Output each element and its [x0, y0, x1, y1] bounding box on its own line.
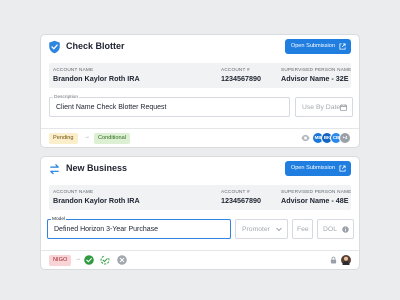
- reject-icon[interactable]: [117, 255, 127, 265]
- promoter-select[interactable]: Promoter: [235, 219, 288, 239]
- account-number-label: ACCOUNT #: [221, 67, 250, 72]
- status-pending-badge: Pending: [49, 133, 78, 144]
- arrow-right-icon: →: [84, 134, 90, 140]
- account-name-label: ACCOUNT NAME: [53, 189, 94, 194]
- card-title: Check Blotter: [66, 41, 125, 51]
- account-name-value: Brandon Kaylor Roth IRA: [53, 74, 140, 83]
- status-bar: Pending → Conditional MB BK CB +4: [41, 128, 359, 147]
- supervised-person-value: Advisor Name - 48E: [281, 196, 349, 205]
- eye-icon[interactable]: [301, 134, 310, 142]
- user-avatar[interactable]: [340, 254, 352, 266]
- avatar-more[interactable]: +4: [339, 132, 351, 144]
- conditional-approve-icon[interactable]: [100, 255, 110, 265]
- open-submission-button[interactable]: Open Submission: [284, 39, 351, 54]
- card-title: New Business: [66, 163, 128, 173]
- open-submission-label: Open Submission: [290, 165, 335, 171]
- account-name-label: ACCOUNT NAME: [53, 67, 94, 72]
- supervised-person-value: Advisor Name - 32E: [281, 74, 349, 83]
- model-label: Model: [51, 217, 67, 222]
- swap-arrows-icon: [50, 164, 59, 175]
- use-by-date-field[interactable]: Use By Date: [295, 97, 353, 117]
- account-name-value: Brandon Kaylor Roth IRA: [53, 196, 140, 205]
- status-bar: NIGO →: [41, 250, 359, 269]
- account-number-value: 1234567890: [221, 196, 261, 205]
- shield-check-icon: [49, 40, 60, 54]
- account-number-value: 1234567890: [221, 74, 261, 83]
- fee-field[interactable]: Fee: [292, 219, 313, 239]
- open-submission-label: Open Submission: [290, 43, 335, 49]
- account-number-label: ACCOUNT #: [221, 189, 250, 194]
- account-info-panel: ACCOUNT NAME Brandon Kaylor Roth IRA ACC…: [49, 185, 351, 210]
- arrow-right-icon: →: [75, 256, 81, 262]
- info-icon[interactable]: [342, 226, 349, 233]
- account-info-panel: ACCOUNT NAME Brandon Kaylor Roth IRA ACC…: [49, 63, 351, 88]
- avatar-photo-icon: [342, 256, 350, 265]
- dol-placeholder: DOL: [323, 226, 337, 233]
- card-header: Check Blotter Open Submission: [41, 35, 359, 59]
- lock-icon: [330, 256, 337, 264]
- external-link-icon: [339, 43, 346, 50]
- status-nigo-badge: NIGO: [49, 255, 72, 266]
- external-link-icon: [339, 165, 346, 172]
- promoter-placeholder: Promoter: [242, 226, 270, 233]
- new-business-card: New Business Open Submission ACCOUNT NAM…: [40, 156, 360, 270]
- chevron-down-icon: [276, 227, 282, 232]
- model-field[interactable]: Model Defined Horizon 3-Year Purchase: [47, 217, 231, 239]
- model-value: Defined Horizon 3-Year Purchase: [54, 226, 159, 233]
- open-submission-button[interactable]: Open Submission: [284, 161, 351, 176]
- supervised-person-label: SUPERVISED PERSON NAME: [281, 67, 352, 72]
- check-blotter-card: Check Blotter Open Submission ACCOUNT NA…: [40, 34, 360, 148]
- description-value: Client Name Check Blotter Request: [56, 104, 167, 111]
- description-field[interactable]: Description Client Name Check Blotter Re…: [49, 95, 290, 117]
- fee-placeholder: Fee: [297, 226, 309, 233]
- description-label: Description: [53, 95, 79, 100]
- supervised-person-label: SUPERVISED PERSON NAME: [281, 189, 352, 194]
- use-by-date-placeholder: Use By Date: [302, 104, 341, 111]
- dol-field[interactable]: DOL: [317, 219, 354, 239]
- card-header: New Business Open Submission: [41, 157, 359, 181]
- calendar-icon: [340, 104, 347, 111]
- approve-check-icon[interactable]: [84, 255, 94, 265]
- status-conditional-badge: Conditional: [94, 133, 130, 144]
